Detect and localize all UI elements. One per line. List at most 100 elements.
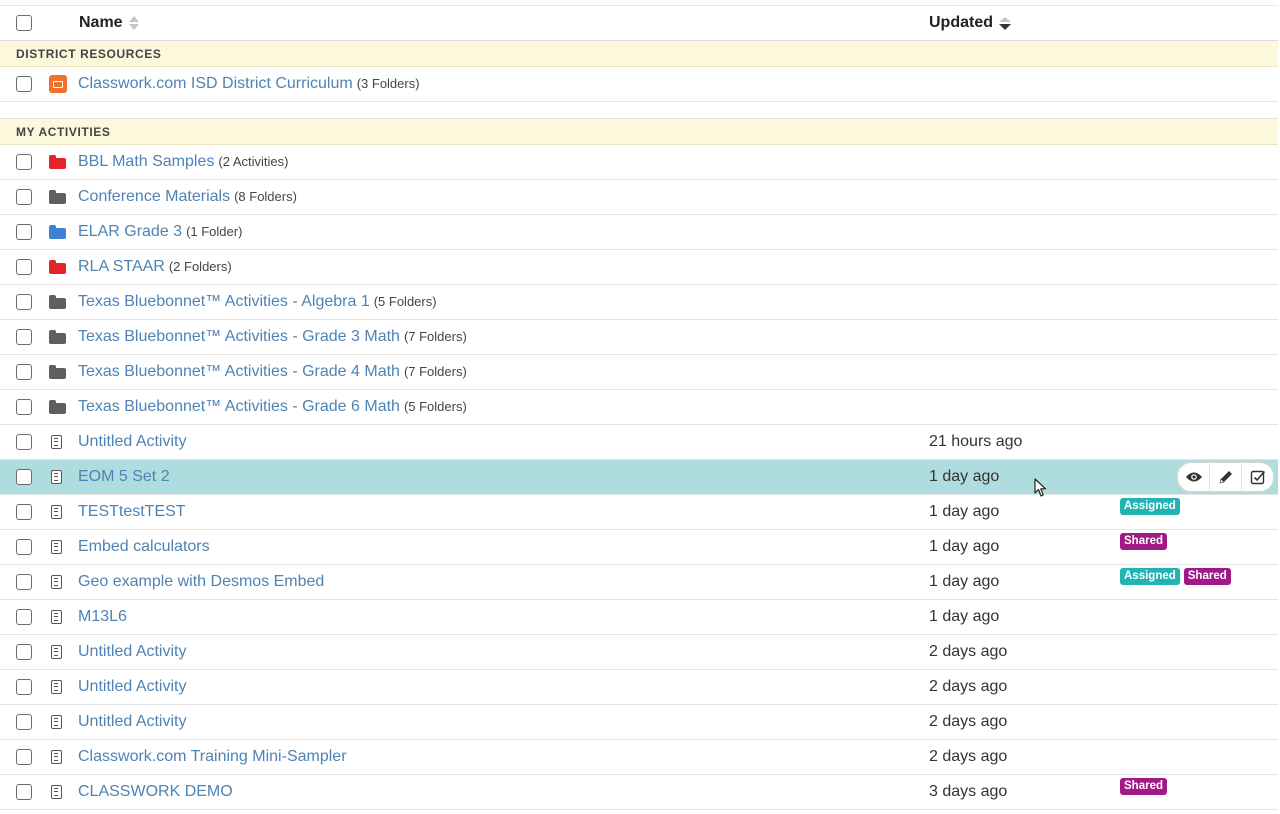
- assign-check-icon: [1250, 470, 1265, 485]
- activity-row[interactable]: Classwork.com Training Mini-Sampler 2 day…: [0, 740, 1278, 775]
- updated-time: 1 day ago: [929, 608, 1000, 625]
- folder-row[interactable]: ELAR Grade 3 (1 Folder): [0, 215, 1278, 250]
- document-icon: [51, 505, 62, 519]
- pencil-icon: [1219, 471, 1232, 484]
- activity-row[interactable]: Geo example with Desmos Embed 1 day ago As…: [0, 565, 1278, 600]
- activity-link[interactable]: EOM 5 Set 2: [78, 468, 170, 486]
- updated-time: 2 days ago: [929, 678, 1008, 695]
- row-checkbox[interactable]: [16, 679, 32, 695]
- activity-table: Name Updated DISTRICT RESOURCES Classwor…: [0, 5, 1278, 810]
- folder-icon: [49, 225, 66, 239]
- name-column-header[interactable]: Name: [79, 14, 139, 32]
- row-checkbox[interactable]: [16, 574, 32, 590]
- row-checkbox[interactable]: [16, 434, 32, 450]
- folder-link[interactable]: RLA STAAR (2 Folders): [78, 258, 232, 276]
- row-checkbox[interactable]: [16, 364, 32, 380]
- folder-link[interactable]: Texas Bluebonnet™ Activities - Algebra 1…: [78, 293, 437, 311]
- status-badge: Assigned: [1120, 498, 1180, 515]
- sort-desc-icon: [999, 16, 1011, 30]
- edit-button[interactable]: [1210, 463, 1242, 491]
- item-link[interactable]: Classwork.com ISD District Curriculum (3 …: [78, 75, 420, 93]
- activity-link[interactable]: Untitled Activity: [78, 643, 186, 661]
- folder-row[interactable]: Conference Materials (8 Folders): [0, 180, 1278, 215]
- document-icon: [51, 715, 62, 729]
- activity-row[interactable]: CLASSWORK DEMO 3 days ago Shared: [0, 775, 1278, 810]
- activity-link[interactable]: Untitled Activity: [78, 713, 186, 731]
- updated-time: 2 days ago: [929, 713, 1008, 730]
- status-badge: Shared: [1183, 568, 1231, 585]
- updated-time: 1 day ago: [929, 538, 1000, 555]
- folder-icon: [49, 190, 66, 204]
- row-checkbox[interactable]: [16, 294, 32, 310]
- sort-icon: [128, 15, 139, 30]
- row-checkbox[interactable]: [16, 76, 32, 92]
- document-icon: [51, 785, 62, 799]
- folder-row[interactable]: Texas Bluebonnet™ Activities - Grade 4 M…: [0, 355, 1278, 390]
- folder-link[interactable]: Texas Bluebonnet™ Activities - Grade 3 M…: [78, 328, 467, 346]
- row-checkbox[interactable]: [16, 189, 32, 205]
- row-checkbox[interactable]: [16, 539, 32, 555]
- activity-row[interactable]: Untitled Activity 21 hours ago: [0, 425, 1278, 460]
- activity-row[interactable]: M13L6 1 day ago: [0, 600, 1278, 635]
- row-checkbox[interactable]: [16, 399, 32, 415]
- row-checkbox[interactable]: [16, 644, 32, 660]
- updated-time: 1 day ago: [929, 503, 1000, 520]
- folder-row[interactable]: BBL Math Samples (2 Activities): [0, 145, 1278, 180]
- updated-time: 3 days ago: [929, 783, 1008, 800]
- folder-row[interactable]: RLA STAAR (2 Folders): [0, 250, 1278, 285]
- row-checkbox[interactable]: [16, 714, 32, 730]
- updated-time: 1 day ago: [929, 468, 1000, 485]
- folder-link[interactable]: Texas Bluebonnet™ Activities - Grade 4 M…: [78, 363, 467, 381]
- folder-link[interactable]: Texas Bluebonnet™ Activities - Grade 6 M…: [78, 398, 467, 416]
- updated-time: 2 days ago: [929, 643, 1008, 660]
- folder-icon: [49, 295, 66, 309]
- row-checkbox[interactable]: [16, 469, 32, 485]
- activity-link[interactable]: M13L6: [78, 608, 127, 626]
- activity-link[interactable]: Embed calculators: [78, 538, 210, 556]
- row-checkbox[interactable]: [16, 329, 32, 345]
- row-checkbox[interactable]: [16, 784, 32, 800]
- row-checkbox[interactable]: [16, 224, 32, 240]
- select-all-checkbox[interactable]: [16, 15, 32, 31]
- activity-link[interactable]: CLASSWORK DEMO: [78, 783, 233, 801]
- updated-time: 1 day ago: [929, 573, 1000, 590]
- activity-row[interactable]: EOM 5 Set 2 1 day ago: [0, 460, 1278, 495]
- activity-row[interactable]: Untitled Activity 2 days ago: [0, 635, 1278, 670]
- activity-link[interactable]: Untitled Activity: [78, 433, 186, 451]
- folder-row[interactable]: Texas Bluebonnet™ Activities - Algebra 1…: [0, 285, 1278, 320]
- activity-row[interactable]: TESTtestTEST 1 day ago Assigned: [0, 495, 1278, 530]
- row-checkbox[interactable]: [16, 154, 32, 170]
- section-header-my-activities: MY ACTIVITIES: [0, 119, 1278, 145]
- document-icon: [51, 610, 62, 624]
- activity-row[interactable]: Embed calculators 1 day ago Shared: [0, 530, 1278, 565]
- row-checkbox[interactable]: [16, 609, 32, 625]
- folder-row[interactable]: Texas Bluebonnet™ Activities - Grade 3 M…: [0, 320, 1278, 355]
- list-item[interactable]: Classwork.com ISD District Curriculum (3 …: [0, 67, 1278, 102]
- document-icon: [51, 540, 62, 554]
- row-checkbox[interactable]: [16, 259, 32, 275]
- updated-column-header[interactable]: Updated: [929, 14, 1011, 32]
- activity-link[interactable]: Classwork.com Training Mini-Sampler: [78, 748, 347, 766]
- row-checkbox[interactable]: [16, 504, 32, 520]
- status-badge: Shared: [1120, 778, 1167, 795]
- activity-row[interactable]: Untitled Activity 2 days ago: [0, 670, 1278, 705]
- section-header-district: DISTRICT RESOURCES: [0, 41, 1278, 67]
- row-checkbox[interactable]: [16, 749, 32, 765]
- folder-link[interactable]: BBL Math Samples (2 Activities): [78, 153, 288, 171]
- assign-button[interactable]: [1242, 463, 1273, 491]
- folder-icon: [49, 365, 66, 379]
- document-icon: [51, 575, 62, 589]
- document-icon: [51, 645, 62, 659]
- activity-link[interactable]: Geo example with Desmos Embed: [78, 573, 324, 591]
- document-icon: [51, 750, 62, 764]
- table-header: Name Updated: [0, 5, 1278, 41]
- activity-link[interactable]: TESTtestTEST: [78, 503, 186, 521]
- activity-link[interactable]: Untitled Activity: [78, 678, 186, 696]
- status-badges: Assigned Shared: [1120, 568, 1231, 585]
- folder-link[interactable]: Conference Materials (8 Folders): [78, 188, 297, 206]
- updated-time: 21 hours ago: [929, 433, 1023, 450]
- preview-button[interactable]: [1178, 463, 1210, 491]
- folder-row[interactable]: Texas Bluebonnet™ Activities - Grade 6 M…: [0, 390, 1278, 425]
- activity-row[interactable]: Untitled Activity 2 days ago: [0, 705, 1278, 740]
- folder-link[interactable]: ELAR Grade 3 (1 Folder): [78, 223, 242, 241]
